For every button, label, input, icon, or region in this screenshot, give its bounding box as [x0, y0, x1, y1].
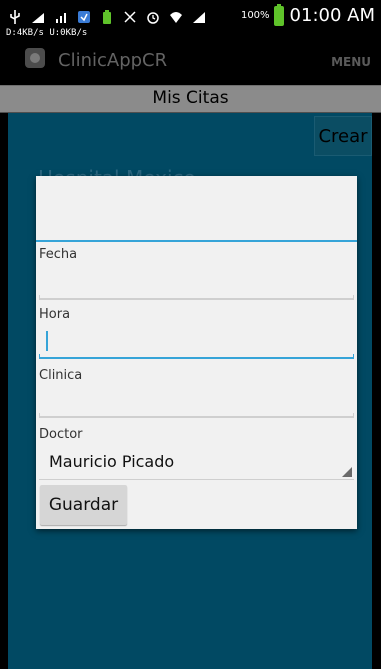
- clock: 01:00 AM: [289, 5, 375, 26]
- app-title: ClinicAppCR: [58, 50, 168, 71]
- save-button[interactable]: Guardar: [40, 485, 127, 525]
- fecha-underline: [39, 295, 354, 300]
- usb-icon: [10, 10, 20, 24]
- hora-input[interactable]: [39, 326, 354, 358]
- wifi-icon: [170, 12, 182, 23]
- clinica-input[interactable]: [39, 386, 354, 418]
- app-icon[interactable]: [25, 48, 45, 68]
- battery-saver-icon: [103, 10, 111, 24]
- status-right: 100% 01:00 AM: [240, 3, 375, 26]
- doctor-label: Doctor: [39, 427, 83, 442]
- status-bar: 100% 01:00 AM D:4KB/s U:0KB/s: [0, 0, 381, 38]
- text-cursor: [46, 331, 48, 351]
- menu-button[interactable]: MENU: [331, 55, 371, 69]
- screen-title-bar: Mis Citas: [0, 85, 381, 113]
- hora-label: Hora: [39, 307, 71, 322]
- status-icons: [8, 6, 206, 28]
- battery-icon: [273, 3, 284, 26]
- dropdown-arrow-icon: [342, 467, 352, 477]
- signal-icon: [32, 13, 44, 23]
- shield-icon: [78, 11, 90, 23]
- signal-bars-icon: [56, 13, 66, 23]
- first-field-underline: [36, 240, 357, 242]
- fecha-label: Fecha: [39, 247, 78, 262]
- clinica-underline: [39, 413, 354, 418]
- cell-signal-icon: [193, 12, 205, 23]
- doctor-selected: Mauricio Picado: [49, 452, 175, 471]
- appointment-dialog: Fecha Hora Clinica Doctor Mauricio Picad…: [36, 176, 357, 529]
- nfc-icon: [124, 11, 136, 23]
- screen-title: Mis Citas: [152, 88, 229, 108]
- doctor-spinner[interactable]: Mauricio Picado: [39, 447, 354, 480]
- hora-underline: [39, 354, 354, 359]
- alarm-icon: [147, 12, 159, 24]
- create-button[interactable]: Crear: [314, 116, 372, 156]
- clinica-label: Clinica: [39, 368, 83, 383]
- fecha-input[interactable]: [39, 266, 354, 298]
- first-field[interactable]: [36, 186, 357, 242]
- battery-percent: 100%: [240, 10, 270, 21]
